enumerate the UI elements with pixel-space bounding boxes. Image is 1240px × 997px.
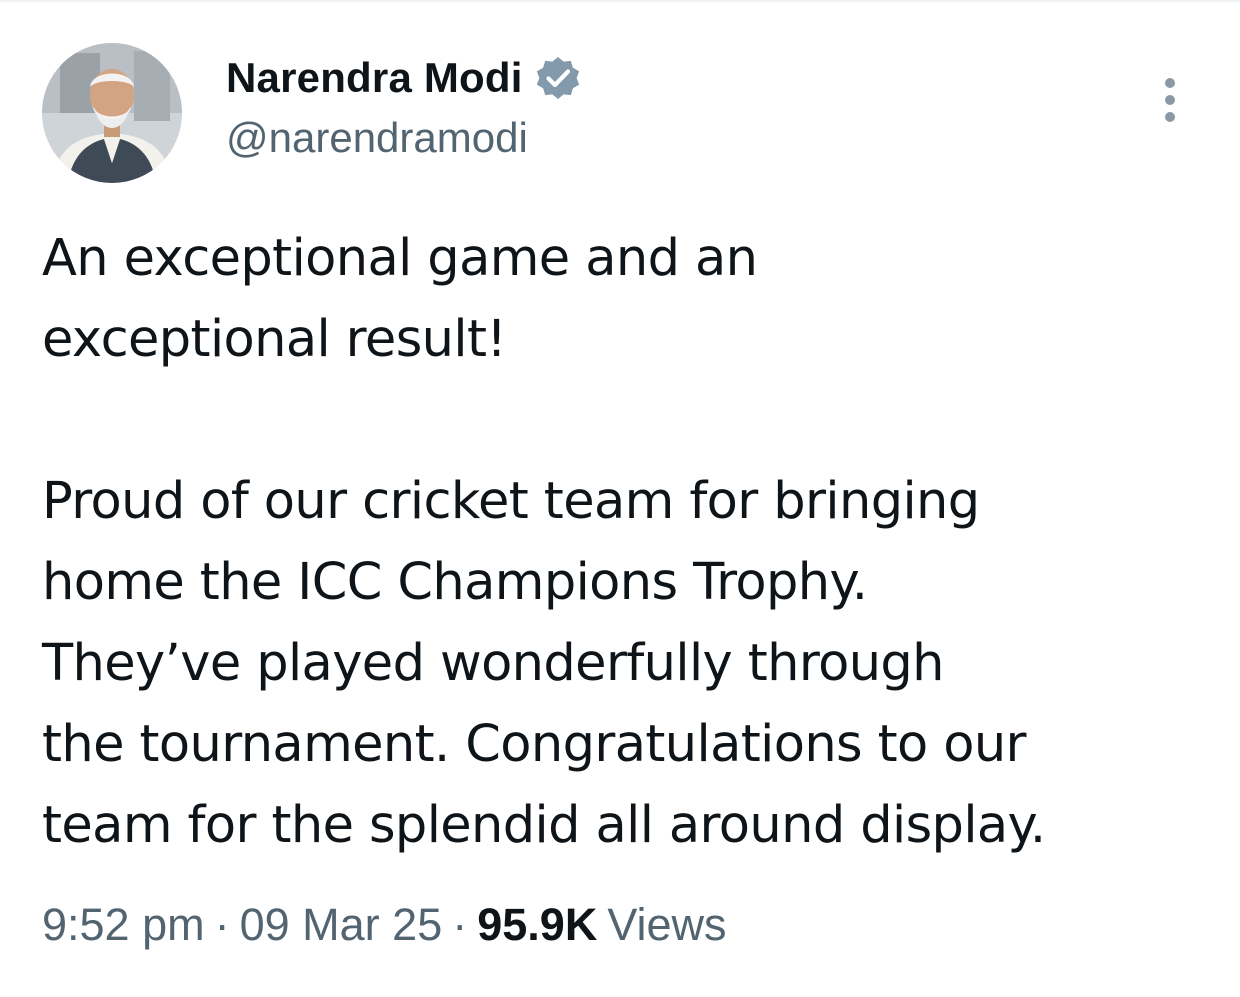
more-vertical-icon xyxy=(1165,78,1175,88)
author-avatar[interactable] xyxy=(42,43,182,183)
name-row: Narendra Modi xyxy=(226,50,581,106)
tweet-time[interactable]: 9:52 pm xyxy=(42,899,205,951)
tweet-paragraph-2: Proud of our cricket team for bringing h… xyxy=(42,472,1046,855)
author-name[interactable]: Narendra Modi xyxy=(226,54,523,102)
more-options-button[interactable] xyxy=(1150,70,1190,130)
avatar-image xyxy=(42,43,182,183)
tweet-date[interactable]: 09 Mar 25 xyxy=(240,899,443,951)
more-vertical-icon-dot xyxy=(1165,112,1175,122)
tweet-meta: 9:52 pm · 09 Mar 25 · 95.9K Views xyxy=(42,893,727,957)
author-identity: Narendra Modi @narendramodi xyxy=(226,50,581,162)
verified-badge-icon[interactable] xyxy=(535,55,581,101)
more-vertical-icon-dot xyxy=(1165,95,1175,105)
views-count[interactable]: 95.9K xyxy=(477,899,597,951)
meta-separator: · xyxy=(214,899,230,950)
top-divider xyxy=(0,0,1240,2)
tweet-paragraph-1: An exceptional game and an exceptional r… xyxy=(42,229,758,369)
meta-separator: · xyxy=(452,899,468,950)
author-handle[interactable]: @narendramodi xyxy=(226,114,581,162)
views-label: Views xyxy=(607,899,727,950)
tweet-text: An exceptional game and an exceptional r… xyxy=(42,218,1222,866)
